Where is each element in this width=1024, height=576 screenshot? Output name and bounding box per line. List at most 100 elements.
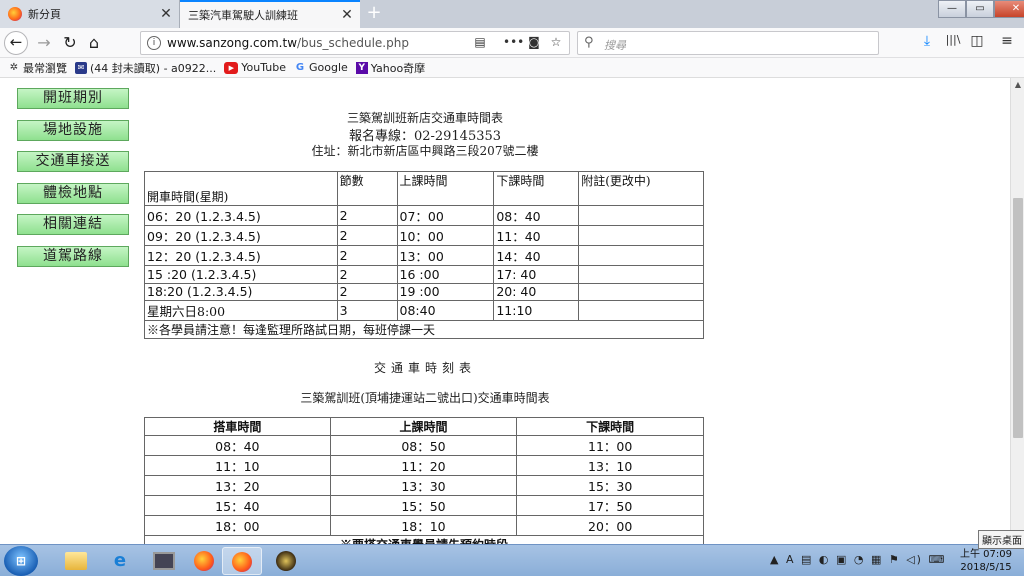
cell: 2: [336, 205, 398, 226]
bookmark-most-visited[interactable]: ✲ 最常瀏覽: [8, 60, 67, 76]
table-row: 18：00 18：10 20：00: [144, 515, 704, 536]
bookmarks-bar: ✲ 最常瀏覽 ✉ (44 封未讀取) - a0922... ▶ YouTube G Go…: [0, 58, 1024, 78]
clock[interactable]: 上午 07:09 2018/5/15: [958, 548, 1014, 574]
new-tab-button[interactable]: +: [364, 3, 384, 25]
yahoo-icon: Y: [355, 61, 368, 74]
cell: 08：50: [329, 435, 518, 456]
bookmark-mail[interactable]: ✉ (44 封未讀取) - a0922...: [75, 60, 216, 76]
home-button[interactable]: ⌂: [82, 31, 106, 55]
menu-class-schedule[interactable]: 開班期別: [17, 88, 129, 109]
cell: 20：00: [516, 515, 704, 536]
mail-icon: ✉: [75, 61, 87, 74]
scroll-up-icon[interactable]: ▲: [1011, 78, 1024, 92]
cell: 11:10: [493, 300, 580, 321]
bookmark-youtube[interactable]: ▶ YouTube: [224, 61, 286, 74]
menu-medical-check[interactable]: 體檢地點: [17, 182, 129, 204]
cell: [578, 300, 704, 321]
cell: 09：20 (1.2.3.4.5): [144, 225, 338, 246]
bookmark-star-icon[interactable]: ☆: [547, 35, 565, 49]
table-row: 15：40 15：50 17：50: [144, 495, 704, 516]
cell: 08：40: [493, 205, 580, 226]
cell: [578, 205, 704, 226]
page-title: 三築駕訓班新店交通車時間表: [346, 111, 503, 125]
info-icon[interactable]: i: [147, 36, 161, 50]
table-row: 08：40 08：50 11：00: [144, 435, 704, 456]
taskbar: ⊞ e ▲ A ▤ ◐ ▣ ◔ ▦ ⚑ ◁) ⌨ 上午 07:09 2018/5…: [0, 544, 1024, 576]
window-controls: — ▭ ✕: [938, 0, 1024, 20]
menu-road-route[interactable]: 道駕路線: [17, 245, 129, 267]
cell: 12：20 (1.2.3.4.5): [144, 245, 338, 266]
taskbar-firefox[interactable]: [184, 547, 224, 575]
pocket-icon[interactable]: ◙: [525, 35, 543, 49]
forward-button[interactable]: →: [32, 31, 56, 55]
cell: 16 :00: [396, 265, 495, 284]
bookmark-label: YouTube: [241, 61, 286, 74]
tab-close-icon[interactable]: ✕: [157, 6, 175, 22]
url-text[interactable]: www.sanzong.com.tw/bus_schedule.php: [167, 36, 409, 50]
table-row: 13：20 13：30 15：30: [144, 475, 704, 496]
taskbar-firefox-active[interactable]: [222, 547, 262, 575]
bookmark-google[interactable]: G Google: [294, 61, 348, 74]
taskbar-explorer[interactable]: [56, 547, 96, 575]
start-button[interactable]: ⊞: [4, 546, 38, 576]
google-icon: G: [295, 61, 305, 73]
menu-links[interactable]: 相關連結: [17, 214, 129, 236]
cell: 18：00: [144, 515, 331, 536]
show-desktop-tooltip: 顯示桌面: [978, 530, 1024, 549]
scroll-thumb[interactable]: [1013, 198, 1023, 438]
table-note: ※要搭交通車學員請先預約時段: [144, 535, 704, 544]
table-note: ※各學員請注意！每逢監理所路試日期，每班停課一天: [144, 320, 704, 339]
maximize-button[interactable]: ▭: [966, 0, 994, 18]
sidebar-icon[interactable]: ◫: [966, 33, 988, 49]
folder-icon: [65, 552, 87, 570]
more-actions-icon[interactable]: •••: [503, 35, 524, 49]
back-button[interactable]: ←: [4, 31, 28, 55]
download-icon[interactable]: ⤓: [916, 33, 938, 49]
tab-new-tab[interactable]: 新分頁 ✕: [0, 0, 180, 28]
cell: 13：20: [144, 475, 331, 496]
minimize-button[interactable]: —: [938, 0, 966, 18]
reload-button[interactable]: ↻: [58, 31, 82, 55]
table-row: 15 :20 (1.2.3.4.5) 2 16 :00 17: 40: [144, 265, 704, 284]
tab-close-icon[interactable]: ✕: [338, 7, 356, 23]
cell: 11：00: [516, 435, 704, 456]
firefox-icon: [232, 552, 252, 572]
menu-icon[interactable]: ≡: [996, 33, 1018, 49]
table-header-row: 搭車時間 上課時間 下課時間: [144, 417, 704, 436]
url-bar[interactable]: i www.sanzong.com.tw/bus_schedule.php ▤ …: [140, 31, 570, 55]
search-box[interactable]: ⚲ 搜尋: [577, 31, 879, 55]
cell: 13：00: [396, 245, 495, 266]
xindian-schedule-table: 開車時間(星期) 節數 上課時間 下課時間 附註(更改中) 06：20 (1.2…: [144, 171, 704, 339]
cell: 2: [336, 265, 398, 284]
taskbar-ie[interactable]: e: [100, 547, 140, 575]
tab-active[interactable]: 三築汽車駕駛人訓練班 ✕: [180, 0, 360, 28]
close-window-button[interactable]: ✕: [994, 0, 1024, 18]
menu-shuttle[interactable]: 交通車接送: [17, 151, 129, 173]
vertical-scrollbar[interactable]: ▲ ▼: [1010, 78, 1024, 544]
reader-view-icon[interactable]: ▤: [471, 35, 489, 49]
search-placeholder: 搜尋: [604, 39, 626, 52]
cell: [578, 265, 704, 284]
tab-label: 新分頁: [28, 8, 61, 21]
ie-icon: e: [113, 550, 127, 571]
table-row: 11：10 11：20 13：10: [144, 455, 704, 476]
url-domain: www.sanzong.com.tw: [167, 36, 298, 50]
search-icon: ⚲: [584, 35, 594, 50]
menu-facilities[interactable]: 場地設施: [17, 119, 129, 141]
section-subtitle: 三築駕訓班(頂埔捷運站二號出口)交通車時間表: [300, 391, 550, 405]
screen: 新分頁 ✕ 三築汽車駕駛人訓練班 ✕ + — ▭ ✕ ← → ↻ ⌂ i www…: [0, 0, 1024, 576]
library-icon[interactable]: |||\: [942, 33, 964, 46]
taskbar-app[interactable]: [266, 547, 306, 575]
cell: 15：40: [144, 495, 331, 516]
table-row: 星期六日8:00 3 08:40 11:10: [144, 300, 704, 321]
cell: [578, 245, 704, 266]
taskbar-computer[interactable]: [144, 547, 184, 575]
cell: 13：30: [329, 475, 518, 496]
firefox-icon: [194, 551, 214, 571]
bookmark-yahoo[interactable]: Y Yahoo奇摩: [355, 60, 425, 76]
computer-icon: [153, 552, 175, 570]
cell: 2: [336, 225, 398, 246]
header-depart-time: 開車時間(星期): [144, 171, 338, 206]
cell: 2: [336, 245, 398, 266]
system-tray[interactable]: ▲ A ▤ ◐ ▣ ◔ ▦ ⚑ ◁) ⌨: [770, 553, 946, 566]
